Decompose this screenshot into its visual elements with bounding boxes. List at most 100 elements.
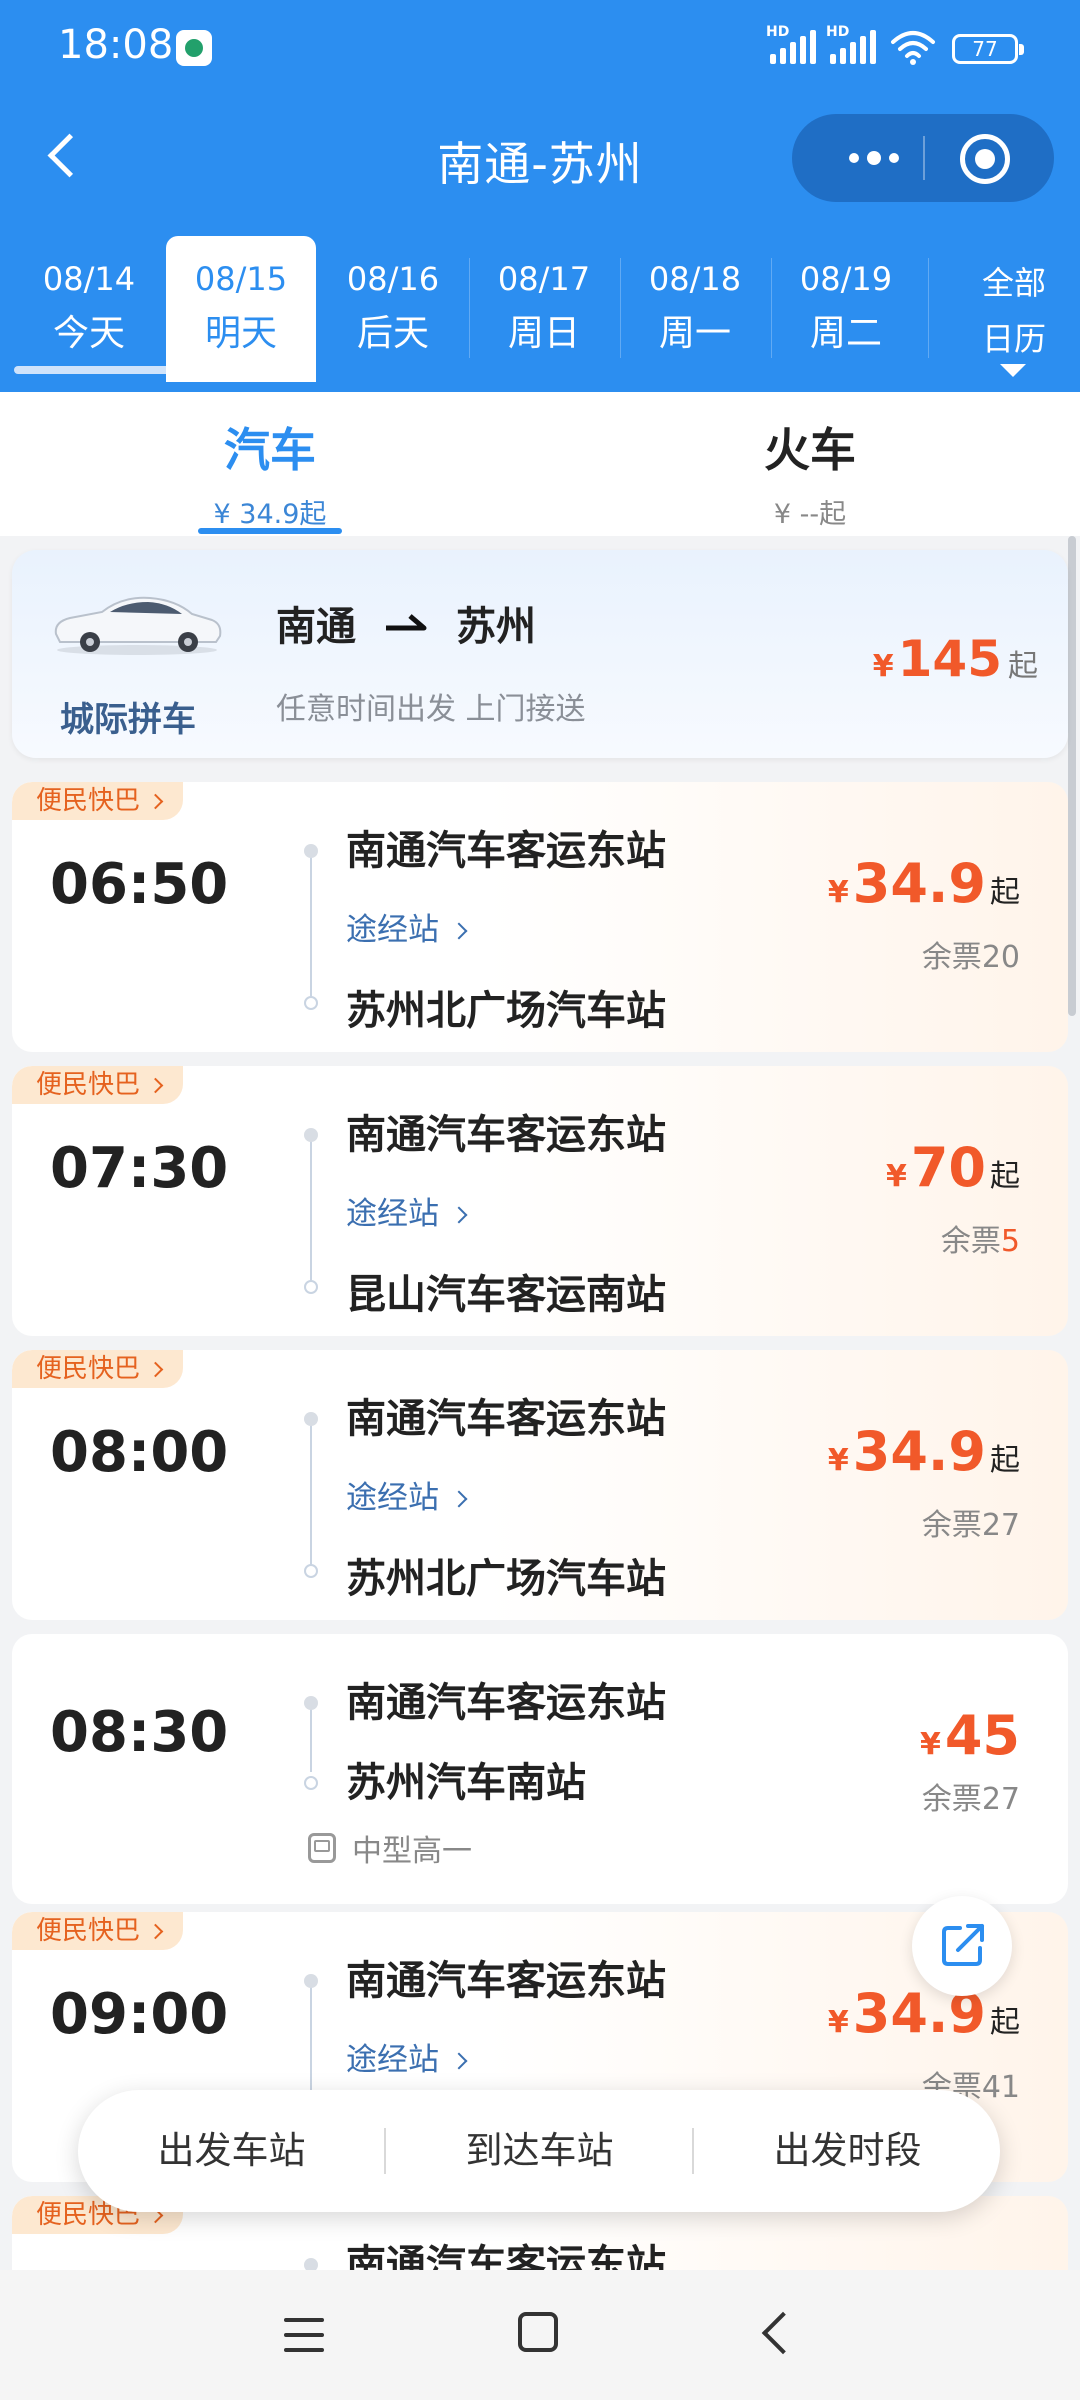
trip-tag[interactable]: 便民快巴 bbox=[12, 1350, 184, 1388]
arrow-right-icon bbox=[386, 614, 427, 631]
tab-train-price: ¥ --起 bbox=[773, 499, 847, 530]
departure-time: 08:30 bbox=[50, 1700, 229, 1765]
end-dot bbox=[304, 996, 318, 1010]
full-calendar-button[interactable]: 全部 日历 bbox=[948, 236, 1080, 382]
currency-symbol: ¥ bbox=[919, 1727, 941, 1762]
date-tab-0816[interactable]: 08/16 后天 bbox=[318, 236, 468, 382]
trip-price: ¥ 34.9 起 bbox=[828, 1982, 1020, 2045]
date-tab-label: 今天 bbox=[52, 313, 125, 354]
trip-tag[interactable]: 便民快巴 bbox=[12, 1066, 184, 1104]
date-tab-label: 后天 bbox=[356, 313, 429, 354]
remaining-tickets: 余票27 bbox=[922, 1500, 1020, 1544]
carpool-route: 南通 苏州 bbox=[276, 594, 536, 652]
home-icon[interactable] bbox=[518, 2312, 558, 2352]
start-dot bbox=[304, 1412, 318, 1426]
share-icon bbox=[942, 1924, 984, 1966]
carpool-from: 南通 bbox=[276, 604, 356, 650]
end-dot bbox=[304, 1564, 318, 1578]
trip-tag[interactable]: 便民快巴 bbox=[12, 1912, 184, 1950]
share-button[interactable] bbox=[912, 1896, 1012, 1996]
more-button[interactable] bbox=[830, 114, 918, 202]
via-stations-link[interactable]: 途经站 bbox=[346, 904, 468, 949]
departure-station: 南通汽车客运东站 bbox=[346, 2242, 666, 2270]
remaining-tickets: 余票5 bbox=[941, 1216, 1020, 1260]
tab-train[interactable]: 火车 ¥ --起 bbox=[710, 392, 910, 536]
bus-type-label: 中型高一 bbox=[352, 1834, 472, 1869]
app-notification-icon bbox=[176, 30, 212, 66]
date-tab-0817[interactable]: 08/17 周日 bbox=[469, 236, 619, 382]
status-time: 18:08 bbox=[58, 22, 174, 68]
departure-station: 南通汽车客运东站 bbox=[346, 1112, 666, 1158]
trip-tag-label: 便民快巴 bbox=[36, 786, 141, 816]
date-tab-0814[interactable]: 08/14 今天 bbox=[14, 236, 164, 382]
tab-bus[interactable]: 汽车 ¥ 34.9起 bbox=[170, 392, 370, 536]
car-icon bbox=[54, 596, 222, 655]
bus-type: 中型高一 bbox=[308, 1826, 472, 1870]
start-dot bbox=[304, 2258, 318, 2270]
departure-station: 南通汽车客运东站 bbox=[346, 1958, 666, 2004]
remaining-count: 27 bbox=[981, 1782, 1020, 1817]
remaining-tickets: 余票27 bbox=[922, 1774, 1020, 1818]
carpool-card[interactable]: 城际拼车 南通 苏州 任意时间出发 上门接送 ¥ 145 起 bbox=[12, 550, 1068, 758]
arrival-station: 苏州汽车南站 bbox=[346, 1760, 586, 1806]
trip-tag-label: 便民快巴 bbox=[36, 1070, 141, 1100]
start-dot bbox=[304, 1974, 318, 1988]
date-tab-0818[interactable]: 08/18 周一 bbox=[620, 236, 770, 382]
system-back-icon[interactable] bbox=[761, 2311, 805, 2355]
date-tab-date: 08/17 bbox=[497, 260, 591, 298]
system-nav-bar bbox=[0, 2270, 1080, 2400]
chevron-right-icon bbox=[450, 2052, 468, 2070]
via-stations-link[interactable]: 途经站 bbox=[346, 2034, 468, 2079]
departure-time: 08:00 bbox=[50, 1420, 229, 1485]
remaining-count: 27 bbox=[981, 1508, 1020, 1543]
caret-down-icon bbox=[1000, 364, 1026, 377]
date-tab-0819[interactable]: 08/19 周二 bbox=[771, 236, 921, 382]
chevron-right-icon bbox=[450, 1490, 468, 1508]
currency-symbol: ¥ bbox=[827, 875, 849, 910]
nav-bar: 南通-苏州 bbox=[0, 100, 1080, 218]
trip-card[interactable]: 便民快巴 08:00 南通汽车客运东站 途经站 苏州北广场汽车站 ¥ 34.9 … bbox=[12, 1350, 1068, 1620]
trip-price: ¥ 70 起 bbox=[886, 1136, 1020, 1199]
trip-list: 城际拼车 南通 苏州 任意时间出发 上门接送 ¥ 145 起 便民快巴 06:5… bbox=[0, 536, 1080, 2270]
via-stations-link[interactable]: 途经站 bbox=[346, 1472, 468, 1517]
trip-card[interactable]: 便民快巴 07:30 南通汽车客运东站 途经站 昆山汽车客运南站 ¥ 70 起 … bbox=[12, 1066, 1068, 1336]
bus-icon bbox=[308, 1833, 336, 1863]
price-value: 34.9 bbox=[852, 852, 986, 915]
start-dot bbox=[304, 844, 318, 858]
via-stations-link[interactable]: 途经站 bbox=[346, 1188, 468, 1233]
price-suffix: 起 bbox=[1008, 649, 1038, 684]
arrival-station: 苏州北广场汽车站 bbox=[346, 988, 666, 1034]
miniprogram-capsule bbox=[792, 114, 1054, 202]
date-tabs: 08/14 今天 08/15 明天 08/16 后天 08/17 周日 08/1… bbox=[0, 236, 1080, 382]
menu-icon[interactable] bbox=[284, 2318, 324, 2352]
currency-symbol: ¥ bbox=[885, 1159, 907, 1194]
date-tab-label: 明天 bbox=[204, 313, 277, 354]
via-stations-label: 途经站 bbox=[346, 912, 439, 948]
date-tab-0815[interactable]: 08/15 明天 bbox=[166, 236, 316, 382]
price-value: 145 bbox=[897, 630, 1002, 688]
carpool-description: 任意时间出发 上门接送 bbox=[276, 692, 586, 727]
remaining-count: 5 bbox=[1000, 1224, 1020, 1259]
chevron-right-icon bbox=[147, 1923, 164, 1940]
arrival-station: 苏州北广场汽车站 bbox=[346, 1556, 666, 1602]
date-tab-date: 08/19 bbox=[799, 260, 893, 298]
trip-tag-label: 便民快巴 bbox=[36, 1916, 141, 1946]
route-line bbox=[310, 848, 312, 998]
close-button[interactable] bbox=[960, 134, 1010, 184]
via-stations-label: 途经站 bbox=[346, 2042, 439, 2078]
filter-departure-time[interactable]: 出发时段 bbox=[694, 2090, 1001, 2212]
trip-tag[interactable]: 便民快巴 bbox=[12, 782, 184, 820]
active-tab-indicator bbox=[198, 528, 342, 534]
filter-arrival-station[interactable]: 到达车站 bbox=[386, 2090, 693, 2212]
chevron-right-icon bbox=[450, 922, 468, 940]
price-suffix: 起 bbox=[990, 875, 1020, 910]
currency-symbol: ¥ bbox=[827, 2005, 849, 2040]
currency-symbol: ¥ bbox=[872, 649, 894, 684]
filter-departure-station[interactable]: 出发车站 bbox=[78, 2090, 385, 2212]
trip-card[interactable]: 便民快巴 06:50 南通汽车客运东站 途经站 苏州北广场汽车站 ¥ 34.9 … bbox=[12, 782, 1068, 1052]
trip-card[interactable]: 08:30 南通汽车客运东站 苏州汽车南站 中型高一 ¥ 45 余票27 bbox=[12, 1634, 1068, 1904]
price-value: 45 bbox=[944, 1704, 1020, 1767]
status-bar: 18:08 HD HD 77 bbox=[0, 0, 1080, 100]
remaining-tickets: 余票20 bbox=[922, 932, 1020, 976]
date-tab-date: 08/18 bbox=[648, 260, 742, 298]
